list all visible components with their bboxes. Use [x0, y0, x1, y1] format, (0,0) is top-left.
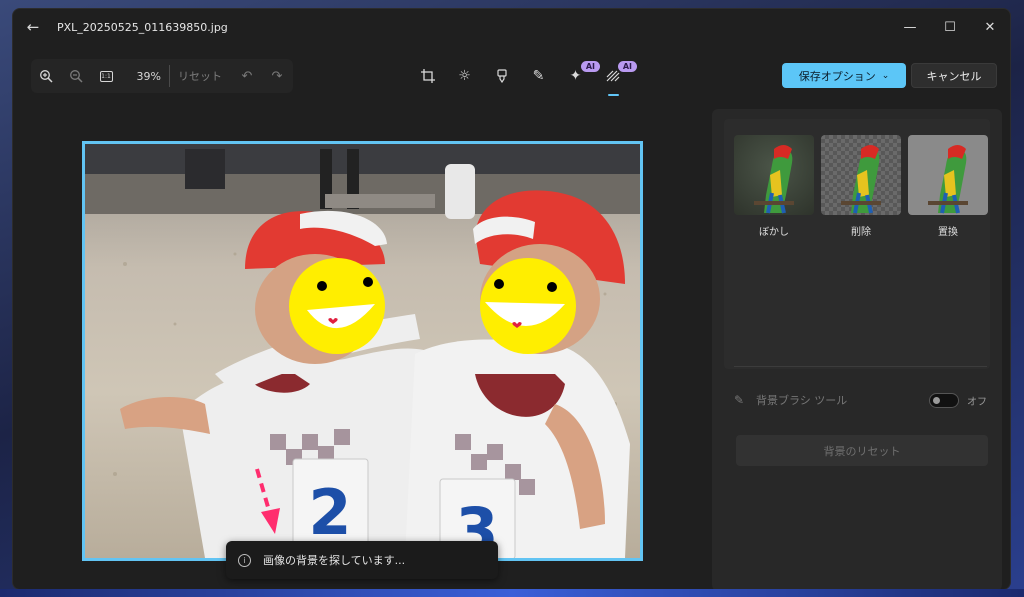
background-ai-tool[interactable]: AI	[594, 59, 637, 96]
desktop-wallpaper-strip	[0, 589, 1024, 597]
zoom-in-icon	[40, 70, 53, 83]
cancel-button[interactable]: キャンセル	[911, 63, 997, 88]
remove-thumbnail	[821, 135, 901, 215]
ai-badge: AI	[617, 61, 637, 72]
background-brush-row: ✎ 背景ブラシ ツール オフ	[734, 391, 987, 409]
adjust-tool[interactable]: ☼	[446, 59, 483, 93]
zoom-in-button[interactable]	[31, 61, 61, 91]
image-canvas: 2 3 i 画像の背景を探しています...	[13, 109, 703, 589]
minimize-icon: —	[903, 19, 917, 35]
editor-toolbar: 1:1 39% リセット ↶ ↷ ☼ ✎ ✦ AI AI 保存オプション ⌄ キ…	[13, 53, 1010, 99]
toggle-state-label: オフ	[967, 396, 987, 408]
parrot-icon	[841, 145, 881, 214]
filter-tool[interactable]	[483, 59, 520, 93]
save-options-button[interactable]: 保存オプション ⌄	[782, 63, 906, 88]
maximize-icon: ☐	[944, 19, 956, 35]
actual-size-button[interactable]: 1:1	[91, 61, 121, 91]
photos-editor-window: ← PXL_20250525_011639850.jpg — ☐ ✕ 1:1 3…	[12, 8, 1011, 590]
reset-button[interactable]: リセット	[178, 68, 222, 84]
background-option-remove[interactable]: 削除	[821, 135, 901, 238]
back-button[interactable]: ←	[13, 9, 53, 45]
undo-icon: ↶	[241, 68, 253, 84]
background-option-replace[interactable]: 置換	[908, 135, 988, 238]
blur-thumbnail	[734, 135, 814, 215]
redo-button[interactable]: ↷	[262, 61, 292, 91]
blur-label: ぼかし	[759, 227, 789, 238]
background-options-card: ぼかし 削除 置換	[724, 119, 990, 369]
close-icon: ✕	[984, 19, 996, 35]
edit-tools: ☼ ✎ ✦ AI AI	[409, 59, 637, 96]
filter-icon	[496, 69, 507, 83]
crop-tool[interactable]	[409, 59, 446, 93]
brightness-icon: ☼	[458, 68, 471, 84]
window-controls: — ☐ ✕	[890, 9, 1010, 45]
arrow-left-icon: ←	[26, 18, 40, 36]
undo-button[interactable]: ↶	[232, 61, 262, 91]
replace-label: 置換	[938, 227, 958, 238]
zoom-out-button[interactable]	[61, 61, 91, 91]
save-options-label: 保存オプション	[798, 69, 876, 83]
redo-icon: ↷	[271, 68, 283, 84]
toast-message: 画像の背景を探しています...	[263, 554, 406, 567]
parrot-icon	[928, 145, 968, 214]
info-icon: i	[238, 553, 251, 567]
parrot-icon	[754, 145, 794, 214]
crop-icon	[420, 69, 435, 83]
maximize-button[interactable]: ☐	[930, 9, 970, 45]
chevron-down-icon: ⌄	[881, 70, 890, 81]
window-title: PXL_20250525_011639850.jpg	[57, 20, 228, 34]
background-panel: ぼかし 削除 置換 ✎ 背景ブラシ ツール オフ 背景のリセット	[712, 109, 1002, 589]
actual-size-icon: 1:1	[99, 70, 113, 82]
zoom-percentage: 39%	[136, 69, 161, 83]
background-icon	[606, 70, 619, 82]
status-toast: i 画像の背景を探しています...	[226, 541, 498, 579]
eraser-icon: ✦	[569, 68, 582, 84]
jersey-number-2: 2	[308, 476, 351, 549]
markup-tool[interactable]: ✎	[520, 59, 557, 93]
replace-thumbnail	[908, 135, 988, 215]
pen-icon: ✎	[532, 68, 545, 84]
zoom-controls: 1:1 39% リセット ↶ ↷	[31, 59, 293, 93]
background-brush-toggle[interactable]	[929, 392, 959, 408]
erase-ai-tool[interactable]: ✦ AI	[557, 59, 600, 93]
remove-label: 削除	[851, 227, 871, 238]
minimize-button[interactable]: —	[890, 9, 930, 45]
title-bar: ← PXL_20250525_011639850.jpg — ☐ ✕	[13, 9, 1010, 45]
panel-divider	[734, 366, 987, 367]
photo-illustration: 2 3	[85, 144, 640, 558]
brush-icon: ✎	[734, 393, 745, 407]
background-option-blur[interactable]: ぼかし	[734, 135, 814, 238]
zoom-out-icon	[70, 70, 83, 83]
toolbar-divider	[169, 65, 170, 87]
photo-preview[interactable]: 2 3	[82, 141, 643, 561]
background-brush-label: 背景ブラシ ツール	[756, 394, 848, 407]
reset-background-button[interactable]: 背景のリセット	[736, 435, 988, 466]
close-button[interactable]: ✕	[970, 9, 1010, 45]
